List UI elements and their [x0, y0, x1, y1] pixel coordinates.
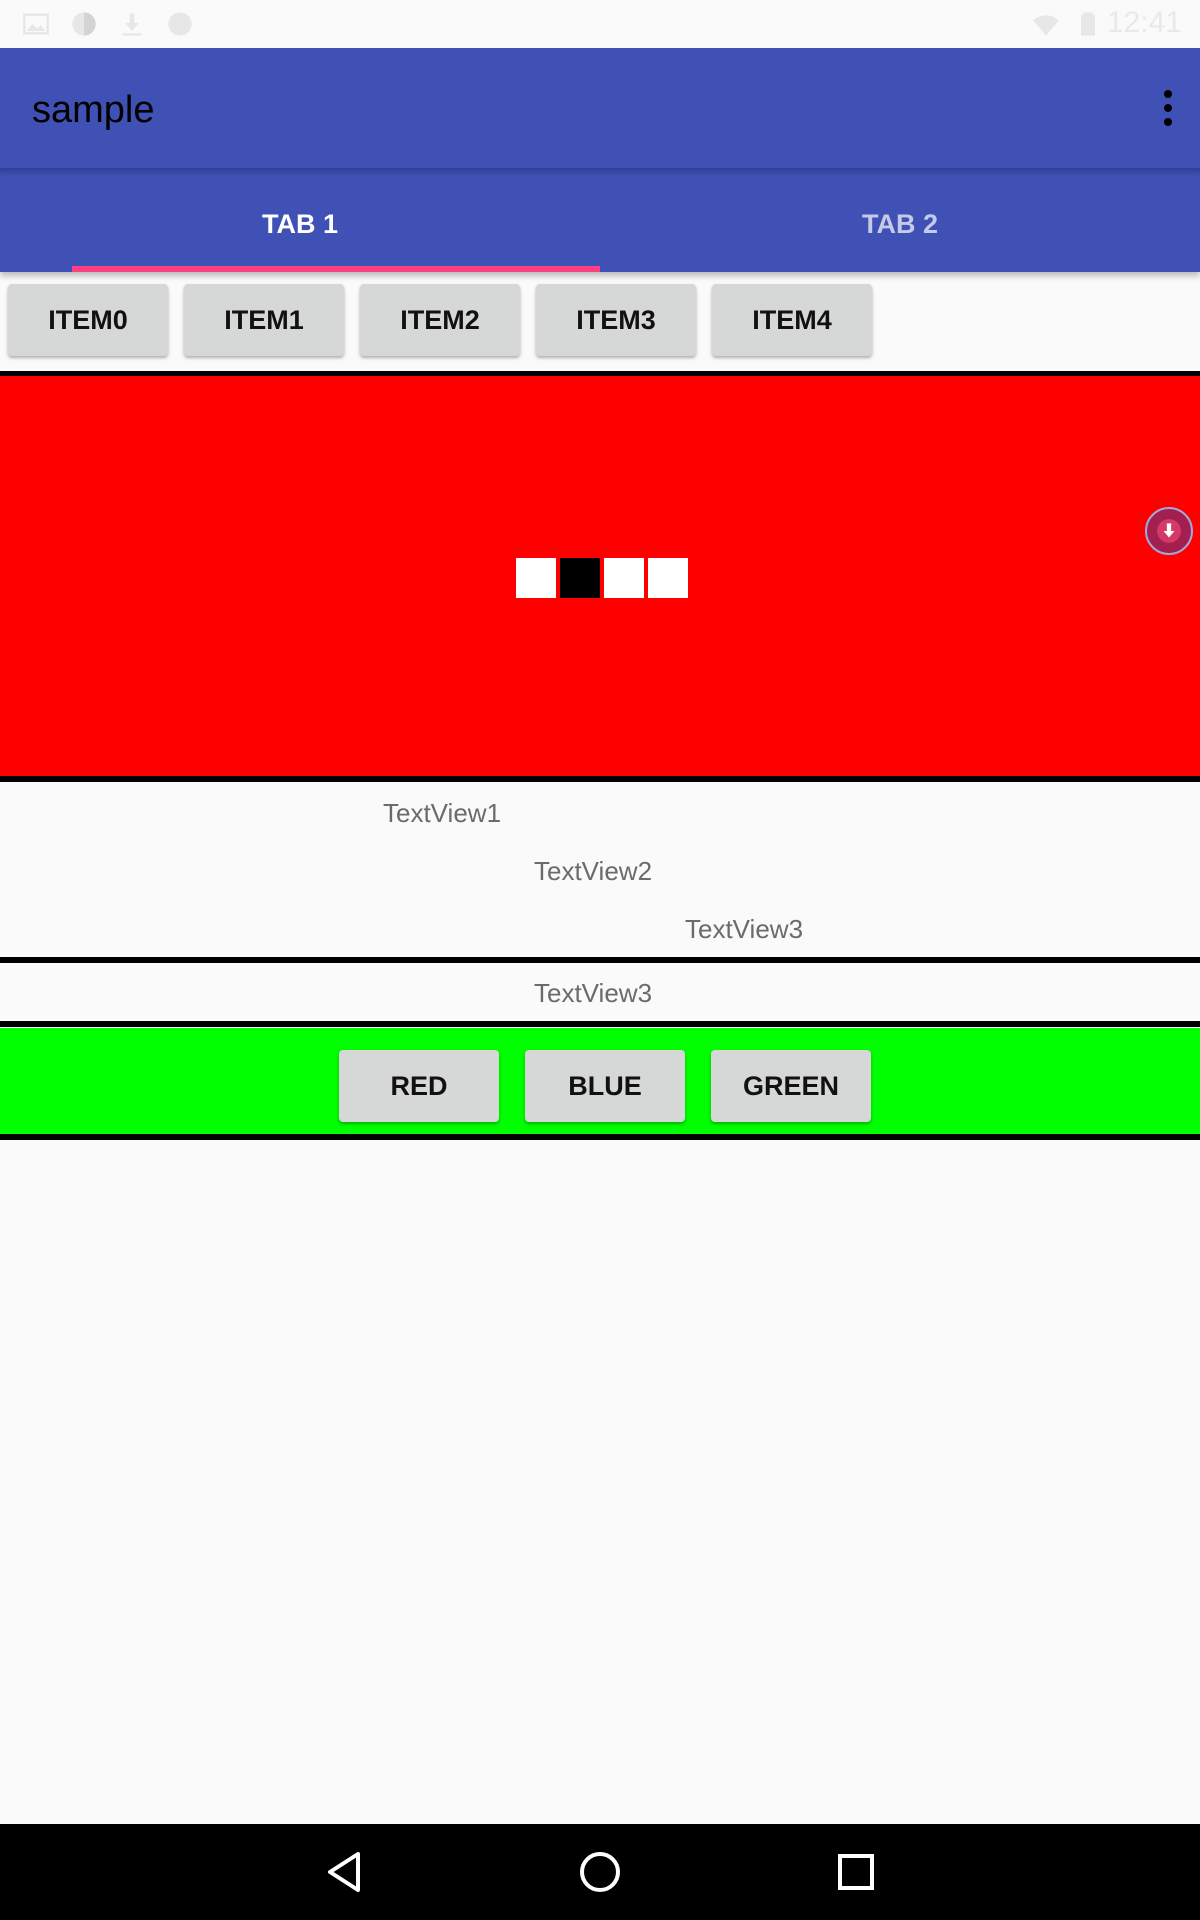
divider-line [0, 1134, 1200, 1140]
green-button[interactable]: GREEN [711, 1050, 871, 1122]
navigation-bar [0, 1824, 1200, 1920]
page-indicator [516, 558, 688, 598]
tab-1[interactable]: TAB 1 [0, 176, 600, 272]
data-saver-icon [72, 12, 96, 36]
blue-button[interactable]: BLUE [525, 1050, 685, 1122]
divider-line [0, 1021, 1200, 1027]
home-icon[interactable] [574, 1846, 626, 1898]
item0-button[interactable]: ITEM0 [8, 284, 168, 356]
item4-button[interactable]: ITEM4 [712, 284, 872, 356]
status-bar: 12:41 [0, 0, 1200, 48]
tab-bar: TAB 1 TAB 2 [0, 176, 1200, 272]
app-title: sample [32, 89, 155, 131]
green-button-panel: RED BLUE GREEN [0, 1028, 1200, 1134]
divider-line [0, 776, 1200, 782]
toolbar-shadow [0, 168, 1200, 176]
center-textview: TextView3 [534, 978, 653, 1008]
download-icon [122, 13, 142, 36]
page-dot-active [560, 558, 600, 598]
divider-line [0, 957, 1200, 963]
circle-icon [168, 12, 192, 36]
tab-2[interactable]: TAB 2 [600, 176, 1200, 272]
status-time: 12:41 [1106, 6, 1182, 39]
image-icon [23, 13, 49, 35]
back-icon[interactable] [318, 1846, 370, 1898]
page-dot [648, 558, 688, 598]
item1-button[interactable]: ITEM1 [184, 284, 344, 356]
more-vert-icon[interactable] [1156, 90, 1180, 134]
item2-button[interactable]: ITEM2 [360, 284, 520, 356]
arrow-down-circle-icon[interactable] [1145, 507, 1193, 555]
page-dot [604, 558, 644, 598]
wifi-icon [1033, 15, 1059, 36]
textview-3: TextView3 [685, 914, 804, 944]
red-button[interactable]: RED [339, 1050, 499, 1122]
battery-icon [1081, 12, 1095, 36]
recents-icon[interactable] [830, 1846, 882, 1898]
item3-button[interactable]: ITEM3 [536, 284, 696, 356]
textview-2: TextView2 [534, 856, 653, 886]
app-toolbar: sample [0, 48, 1200, 176]
textview-1: TextView1 [383, 798, 502, 828]
item-button-row: ITEM0 ITEM1 ITEM2 ITEM3 ITEM4 [0, 272, 1200, 372]
page-dot [516, 558, 556, 598]
red-pager-panel[interactable] [0, 376, 1200, 776]
